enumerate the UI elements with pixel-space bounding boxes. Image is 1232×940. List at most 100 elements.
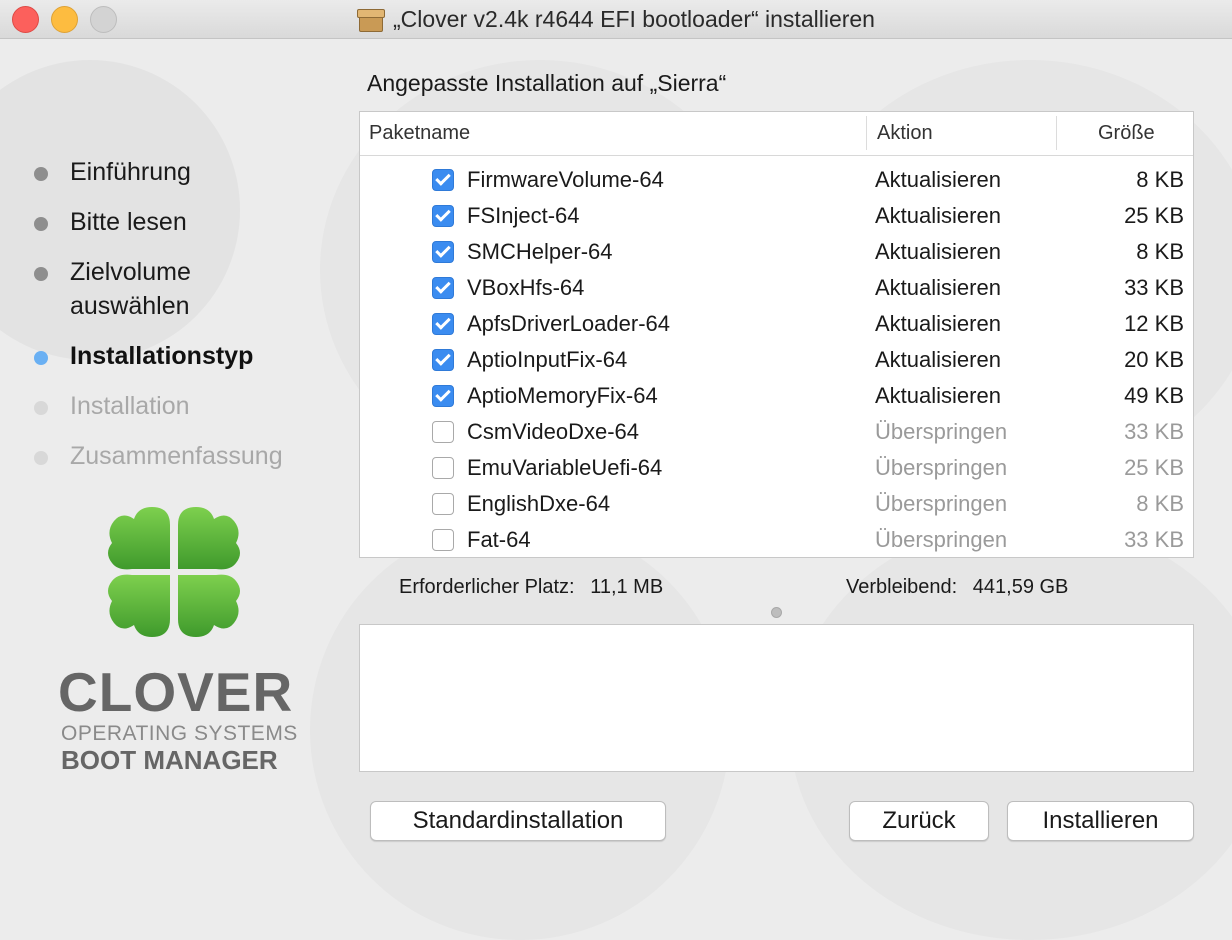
package-action: Aktualisieren [875,311,1001,336]
package-name: AptioInputFix-64 [467,347,628,372]
table-row[interactable]: EnglishDxe-64 Überspringen 8 KB [360,488,1193,524]
step-zusammenfassung: Zusammenfassung [34,442,283,471]
window-title: „Clover v2.4k r4644 EFI bootloader“ inst… [0,0,1232,38]
package-checkbox[interactable] [432,277,454,299]
package-checkbox[interactable] [432,169,454,191]
back-button[interactable]: Zurück [849,801,989,841]
step-label: Installation [70,392,190,420]
table-row[interactable]: SMCHelper-64 Aktualisieren 8 KB [360,236,1193,272]
package-name: EnglishDxe-64 [467,491,611,516]
table-row[interactable]: Fat-64 Überspringen 33 KB [360,524,1193,557]
package-checkbox[interactable] [432,313,454,335]
column-separator [1056,116,1057,150]
table-header: Paketname Aktion Größe [360,112,1193,156]
package-name: Fat-64 [467,527,531,552]
package-action: Aktualisieren [875,203,1001,228]
package-checkbox[interactable] [432,205,454,227]
remaining-space-value: 441,59 GB [972,576,1069,598]
required-space-label: Erforderlicher Platz: [399,576,575,598]
page-title: Angepasste Installation auf „Sierra“ [367,70,727,96]
step-dot [34,351,48,365]
package-size: 33 KB [1124,275,1184,300]
step-dot [34,167,48,181]
window-title-text: „Clover v2.4k r4644 EFI bootloader“ inst… [393,5,875,32]
package-action: Aktualisieren [875,347,1001,372]
step-dot [34,267,48,281]
package-checkbox[interactable] [432,421,454,443]
package-checkbox[interactable] [432,385,454,407]
split-view-handle[interactable] [771,607,782,618]
package-action: Überspringen [875,527,1008,552]
package-action: Überspringen [875,491,1008,516]
required-space-value: 11,1 MB [590,576,664,598]
package-name: EmuVariableUefi-64 [467,455,663,480]
step-label: Einführung [70,158,191,186]
step-zielvolume: Zielvolume auswählen [34,258,191,323]
package-name: SMCHelper-64 [467,239,613,264]
remaining-space: Verbleibend: 441,59 GB [846,576,1068,599]
install-button[interactable]: Installieren [1007,801,1194,841]
package-size: 8 KB [1136,239,1184,264]
column-separator [866,116,867,150]
package-size: 49 KB [1124,383,1184,408]
package-action: Aktualisieren [875,239,1001,264]
package-action: Aktualisieren [875,167,1001,192]
description-box [359,624,1194,772]
package-action: Aktualisieren [875,275,1001,300]
table-row[interactable]: VBoxHfs-64 Aktualisieren 33 KB [360,272,1193,308]
required-space: Erforderlicher Platz: 11,1 MB [399,576,663,599]
table-row[interactable]: CsmVideoDxe-64 Überspringen 33 KB [360,416,1193,452]
step-dot [34,451,48,465]
package-name: FSInject-64 [467,203,580,228]
table-row[interactable]: FirmwareVolume-64 Aktualisieren 8 KB [360,164,1193,200]
step-label: Installationstyp [70,342,254,370]
step-einfuehrung: Einführung [34,158,191,187]
package-name: FirmwareVolume-64 [467,167,664,192]
step-dot [34,401,48,415]
package-size: 8 KB [1136,167,1184,192]
brand-tagline-1: OPERATING SYSTEMS [61,722,298,745]
package-checkbox[interactable] [432,457,454,479]
step-label: Zielvolume auswählen [70,258,191,320]
column-header-name[interactable]: Paketname [369,122,470,145]
package-name: AptioMemoryFix-64 [467,383,658,408]
step-bitte-lesen: Bitte lesen [34,208,187,237]
table-row[interactable]: ApfsDriverLoader-64 Aktualisieren 12 KB [360,308,1193,344]
table-row[interactable]: EmuVariableUefi-64 Überspringen 25 KB [360,452,1193,488]
table-row[interactable]: AptioMemoryFix-64 Aktualisieren 49 KB [360,380,1193,416]
brand-tagline-2: BOOT MANAGER [61,745,278,775]
package-size: 20 KB [1124,347,1184,372]
step-installation: Installation [34,392,190,421]
package-name: CsmVideoDxe-64 [467,419,640,444]
column-header-size[interactable]: Größe [1098,122,1155,145]
package-name: ApfsDriverLoader-64 [467,311,670,336]
table-row[interactable]: AptioInputFix-64 Aktualisieren 20 KB [360,344,1193,380]
step-installationstyp: Installationstyp [34,342,253,371]
package-action: Überspringen [875,419,1008,444]
package-size: 33 KB [1124,419,1184,444]
brand-name: CLOVER [58,661,294,723]
package-name: VBoxHfs-64 [467,275,585,300]
package-icon [357,7,386,32]
package-size: 25 KB [1124,455,1184,480]
package-checkbox[interactable] [432,493,454,515]
package-size: 8 KB [1136,491,1184,516]
package-action: Überspringen [875,455,1008,480]
title-bar: „Clover v2.4k r4644 EFI bootloader“ inst… [0,0,1232,39]
table-row[interactable]: FSInject-64 Aktualisieren 25 KB [360,200,1193,236]
remaining-space-label: Verbleibend: [846,576,958,598]
column-header-action[interactable]: Aktion [877,122,933,145]
package-table: Paketname Aktion Größe FirmwareVolume-64… [359,111,1194,558]
package-checkbox[interactable] [432,241,454,263]
clover-leaf-logo [108,507,240,637]
package-size: 12 KB [1124,311,1184,336]
package-action: Aktualisieren [875,383,1001,408]
package-checkbox[interactable] [432,529,454,551]
step-label: Bitte lesen [70,208,187,236]
step-label: Zusammenfassung [70,442,283,470]
standard-install-button[interactable]: Standardinstallation [370,801,666,841]
package-checkbox[interactable] [432,349,454,371]
package-size: 33 KB [1124,527,1184,552]
step-dot [34,217,48,231]
package-size: 25 KB [1124,203,1184,228]
